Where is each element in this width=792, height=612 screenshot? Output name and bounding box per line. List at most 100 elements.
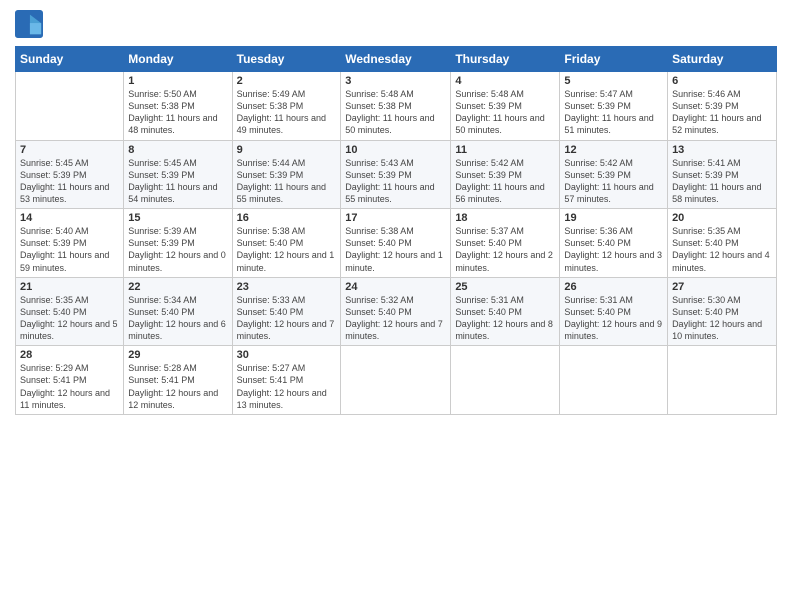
day-number: 6 [672,75,772,87]
calendar-week-row: 21Sunrise: 5:35 AMSunset: 5:40 PMDayligh… [16,277,777,346]
day-info: Sunrise: 5:36 AMSunset: 5:40 PMDaylight:… [564,225,663,274]
calendar-cell: 28Sunrise: 5:29 AMSunset: 5:41 PMDayligh… [16,346,124,415]
calendar-cell: 22Sunrise: 5:34 AMSunset: 5:40 PMDayligh… [124,277,232,346]
calendar-week-row: 1Sunrise: 5:50 AMSunset: 5:38 PMDaylight… [16,72,777,141]
header-sunday: Sunday [16,47,124,72]
day-number: 15 [128,212,227,224]
calendar-cell: 25Sunrise: 5:31 AMSunset: 5:40 PMDayligh… [451,277,560,346]
page-header [15,10,777,38]
day-info: Sunrise: 5:40 AMSunset: 5:39 PMDaylight:… [20,225,119,274]
calendar-cell: 11Sunrise: 5:42 AMSunset: 5:39 PMDayligh… [451,140,560,209]
header-thursday: Thursday [451,47,560,72]
day-number: 30 [237,349,337,361]
day-info: Sunrise: 5:47 AMSunset: 5:39 PMDaylight:… [564,88,663,137]
day-info: Sunrise: 5:39 AMSunset: 5:39 PMDaylight:… [128,225,227,274]
day-info: Sunrise: 5:38 AMSunset: 5:40 PMDaylight:… [237,225,337,274]
calendar-cell: 9Sunrise: 5:44 AMSunset: 5:39 PMDaylight… [232,140,341,209]
header-saturday: Saturday [668,47,777,72]
day-info: Sunrise: 5:49 AMSunset: 5:38 PMDaylight:… [237,88,337,137]
day-info: Sunrise: 5:35 AMSunset: 5:40 PMDaylight:… [672,225,772,274]
calendar-cell: 18Sunrise: 5:37 AMSunset: 5:40 PMDayligh… [451,209,560,278]
day-number: 21 [20,281,119,293]
logo [15,10,47,38]
calendar-cell: 10Sunrise: 5:43 AMSunset: 5:39 PMDayligh… [341,140,451,209]
calendar-cell: 26Sunrise: 5:31 AMSunset: 5:40 PMDayligh… [560,277,668,346]
day-info: Sunrise: 5:29 AMSunset: 5:41 PMDaylight:… [20,362,119,411]
calendar-cell [451,346,560,415]
calendar-cell: 30Sunrise: 5:27 AMSunset: 5:41 PMDayligh… [232,346,341,415]
calendar-cell: 29Sunrise: 5:28 AMSunset: 5:41 PMDayligh… [124,346,232,415]
calendar-cell [16,72,124,141]
calendar-cell: 27Sunrise: 5:30 AMSunset: 5:40 PMDayligh… [668,277,777,346]
day-number: 22 [128,281,227,293]
day-number: 13 [672,144,772,156]
calendar-table: SundayMondayTuesdayWednesdayThursdayFrid… [15,46,777,415]
calendar-cell: 14Sunrise: 5:40 AMSunset: 5:39 PMDayligh… [16,209,124,278]
day-info: Sunrise: 5:48 AMSunset: 5:38 PMDaylight:… [345,88,446,137]
day-info: Sunrise: 5:44 AMSunset: 5:39 PMDaylight:… [237,157,337,206]
day-info: Sunrise: 5:27 AMSunset: 5:41 PMDaylight:… [237,362,337,411]
day-number: 27 [672,281,772,293]
day-info: Sunrise: 5:48 AMSunset: 5:39 PMDaylight:… [455,88,555,137]
calendar-cell [560,346,668,415]
calendar-cell: 7Sunrise: 5:45 AMSunset: 5:39 PMDaylight… [16,140,124,209]
day-number: 10 [345,144,446,156]
calendar-cell: 17Sunrise: 5:38 AMSunset: 5:40 PMDayligh… [341,209,451,278]
day-info: Sunrise: 5:45 AMSunset: 5:39 PMDaylight:… [20,157,119,206]
calendar-cell: 5Sunrise: 5:47 AMSunset: 5:39 PMDaylight… [560,72,668,141]
day-info: Sunrise: 5:43 AMSunset: 5:39 PMDaylight:… [345,157,446,206]
day-number: 26 [564,281,663,293]
day-number: 8 [128,144,227,156]
day-info: Sunrise: 5:42 AMSunset: 5:39 PMDaylight:… [455,157,555,206]
calendar-cell: 24Sunrise: 5:32 AMSunset: 5:40 PMDayligh… [341,277,451,346]
calendar-cell: 6Sunrise: 5:46 AMSunset: 5:39 PMDaylight… [668,72,777,141]
header-tuesday: Tuesday [232,47,341,72]
day-info: Sunrise: 5:31 AMSunset: 5:40 PMDaylight:… [455,294,555,343]
day-number: 29 [128,349,227,361]
day-number: 4 [455,75,555,87]
calendar-week-row: 14Sunrise: 5:40 AMSunset: 5:39 PMDayligh… [16,209,777,278]
day-info: Sunrise: 5:41 AMSunset: 5:39 PMDaylight:… [672,157,772,206]
calendar-cell: 13Sunrise: 5:41 AMSunset: 5:39 PMDayligh… [668,140,777,209]
calendar-cell: 2Sunrise: 5:49 AMSunset: 5:38 PMDaylight… [232,72,341,141]
day-info: Sunrise: 5:38 AMSunset: 5:40 PMDaylight:… [345,225,446,274]
day-number: 12 [564,144,663,156]
header-friday: Friday [560,47,668,72]
day-info: Sunrise: 5:34 AMSunset: 5:40 PMDaylight:… [128,294,227,343]
day-info: Sunrise: 5:42 AMSunset: 5:39 PMDaylight:… [564,157,663,206]
day-number: 5 [564,75,663,87]
calendar-cell: 4Sunrise: 5:48 AMSunset: 5:39 PMDaylight… [451,72,560,141]
header-monday: Monday [124,47,232,72]
day-info: Sunrise: 5:33 AMSunset: 5:40 PMDaylight:… [237,294,337,343]
day-number: 23 [237,281,337,293]
calendar-cell: 23Sunrise: 5:33 AMSunset: 5:40 PMDayligh… [232,277,341,346]
calendar-cell [668,346,777,415]
day-number: 17 [345,212,446,224]
day-info: Sunrise: 5:28 AMSunset: 5:41 PMDaylight:… [128,362,227,411]
day-info: Sunrise: 5:46 AMSunset: 5:39 PMDaylight:… [672,88,772,137]
day-number: 9 [237,144,337,156]
calendar-cell: 15Sunrise: 5:39 AMSunset: 5:39 PMDayligh… [124,209,232,278]
day-number: 3 [345,75,446,87]
day-number: 16 [237,212,337,224]
calendar-cell: 3Sunrise: 5:48 AMSunset: 5:38 PMDaylight… [341,72,451,141]
day-number: 1 [128,75,227,87]
day-info: Sunrise: 5:50 AMSunset: 5:38 PMDaylight:… [128,88,227,137]
calendar-cell: 19Sunrise: 5:36 AMSunset: 5:40 PMDayligh… [560,209,668,278]
header-wednesday: Wednesday [341,47,451,72]
day-info: Sunrise: 5:35 AMSunset: 5:40 PMDaylight:… [20,294,119,343]
day-number: 25 [455,281,555,293]
day-number: 20 [672,212,772,224]
calendar-cell: 20Sunrise: 5:35 AMSunset: 5:40 PMDayligh… [668,209,777,278]
calendar-cell [341,346,451,415]
calendar-week-row: 7Sunrise: 5:45 AMSunset: 5:39 PMDaylight… [16,140,777,209]
day-info: Sunrise: 5:37 AMSunset: 5:40 PMDaylight:… [455,225,555,274]
day-info: Sunrise: 5:30 AMSunset: 5:40 PMDaylight:… [672,294,772,343]
calendar-week-row: 28Sunrise: 5:29 AMSunset: 5:41 PMDayligh… [16,346,777,415]
calendar-cell: 12Sunrise: 5:42 AMSunset: 5:39 PMDayligh… [560,140,668,209]
day-number: 19 [564,212,663,224]
day-number: 11 [455,144,555,156]
day-number: 14 [20,212,119,224]
logo-icon [15,10,43,38]
day-number: 18 [455,212,555,224]
